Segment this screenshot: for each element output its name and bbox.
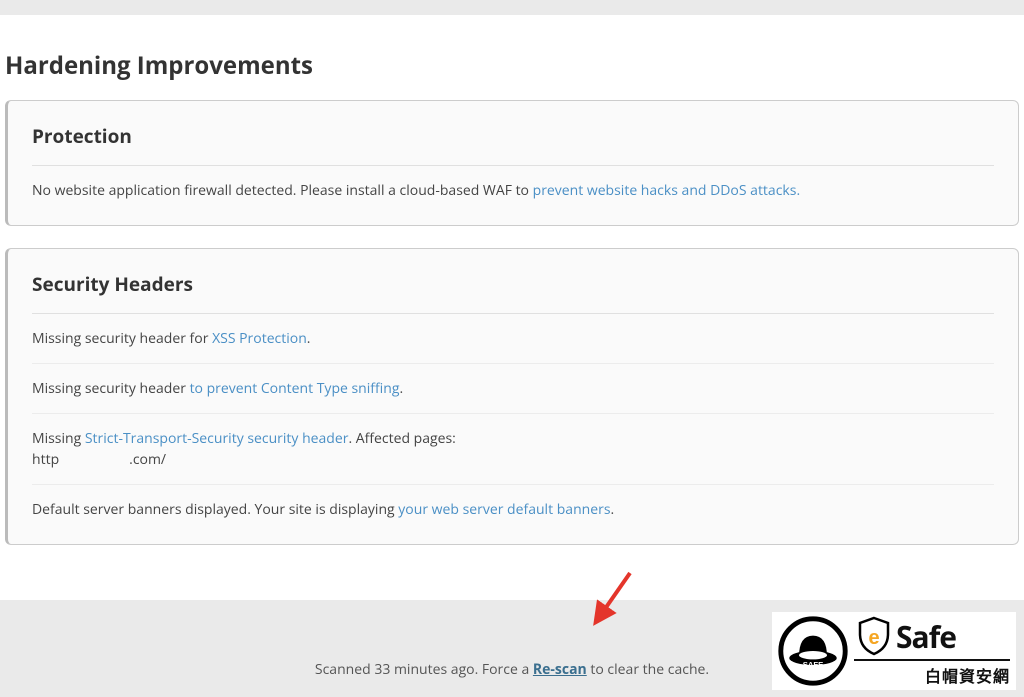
affected-url-suffix: .com/ (129, 450, 166, 469)
protection-card-title: Protection (32, 123, 994, 166)
safe-hat-icon: SAFE (778, 616, 848, 686)
footer-text: Scanned 33 minutes ago. Force a Re-scan … (315, 660, 709, 679)
protection-card: Protection No website application firewa… (5, 100, 1019, 226)
xss-protection-link[interactable]: XSS Protection (212, 329, 307, 348)
ct-suffix: . (399, 379, 403, 398)
arrow-icon (590, 568, 640, 628)
shield-icon: e (854, 616, 894, 656)
safety-badge[interactable]: SAFE e Safe 白帽資安網 (772, 612, 1016, 690)
esafe-brand-block: e Safe 白帽資安網 (854, 616, 1010, 687)
hsts-suffix: . Affected pages: (348, 429, 455, 448)
content-type-row: Missing security header to prevent Conte… (32, 364, 994, 414)
content-type-sniffing-link[interactable]: to prevent Content Type sniffing (190, 379, 400, 398)
server-banners-link[interactable]: your web server default banners (398, 500, 610, 519)
security-headers-card: Security Headers Missing security header… (5, 248, 1019, 545)
hsts-link[interactable]: Strict-Transport-Security security heade… (85, 429, 349, 448)
top-bar (0, 0, 1024, 15)
xss-row: Missing security header for XSS Protecti… (32, 314, 994, 364)
esafe-logo: e Safe (854, 616, 1010, 657)
esafe-brand-text: Safe (896, 616, 956, 657)
page-title: Hardening Improvements (5, 15, 1019, 100)
banners-suffix: . (611, 500, 615, 519)
footer-before: Scanned 33 minutes ago. Force a (315, 660, 533, 679)
svg-text:e: e (868, 627, 879, 649)
footer-after: to clear the cache. (587, 660, 709, 679)
rescan-link[interactable]: Re-scan (533, 660, 587, 679)
waf-link[interactable]: prevent website hacks and DDoS attacks. (533, 181, 801, 200)
protection-text: No website application firewall detected… (32, 181, 533, 200)
svg-text:SAFE: SAFE (803, 660, 824, 669)
server-banners-row: Default server banners displayed. Your s… (32, 485, 994, 534)
security-headers-title: Security Headers (32, 271, 994, 314)
protection-row: No website application firewall detected… (32, 166, 994, 215)
hsts-row: Missing Strict-Transport-Security securi… (32, 414, 994, 485)
esafe-tagline: 白帽資安網 (854, 659, 1010, 687)
affected-url-prefix: http (32, 450, 59, 469)
main-content: Hardening Improvements Protection No web… (0, 15, 1024, 545)
xss-prefix: Missing security header for (32, 329, 212, 348)
banners-prefix: Default server banners displayed. Your s… (32, 500, 398, 519)
ct-prefix: Missing security header (32, 379, 190, 398)
hsts-prefix: Missing (32, 429, 85, 448)
footer: Scanned 33 minutes ago. Force a Re-scan … (0, 600, 1024, 697)
xss-suffix: . (307, 329, 311, 348)
